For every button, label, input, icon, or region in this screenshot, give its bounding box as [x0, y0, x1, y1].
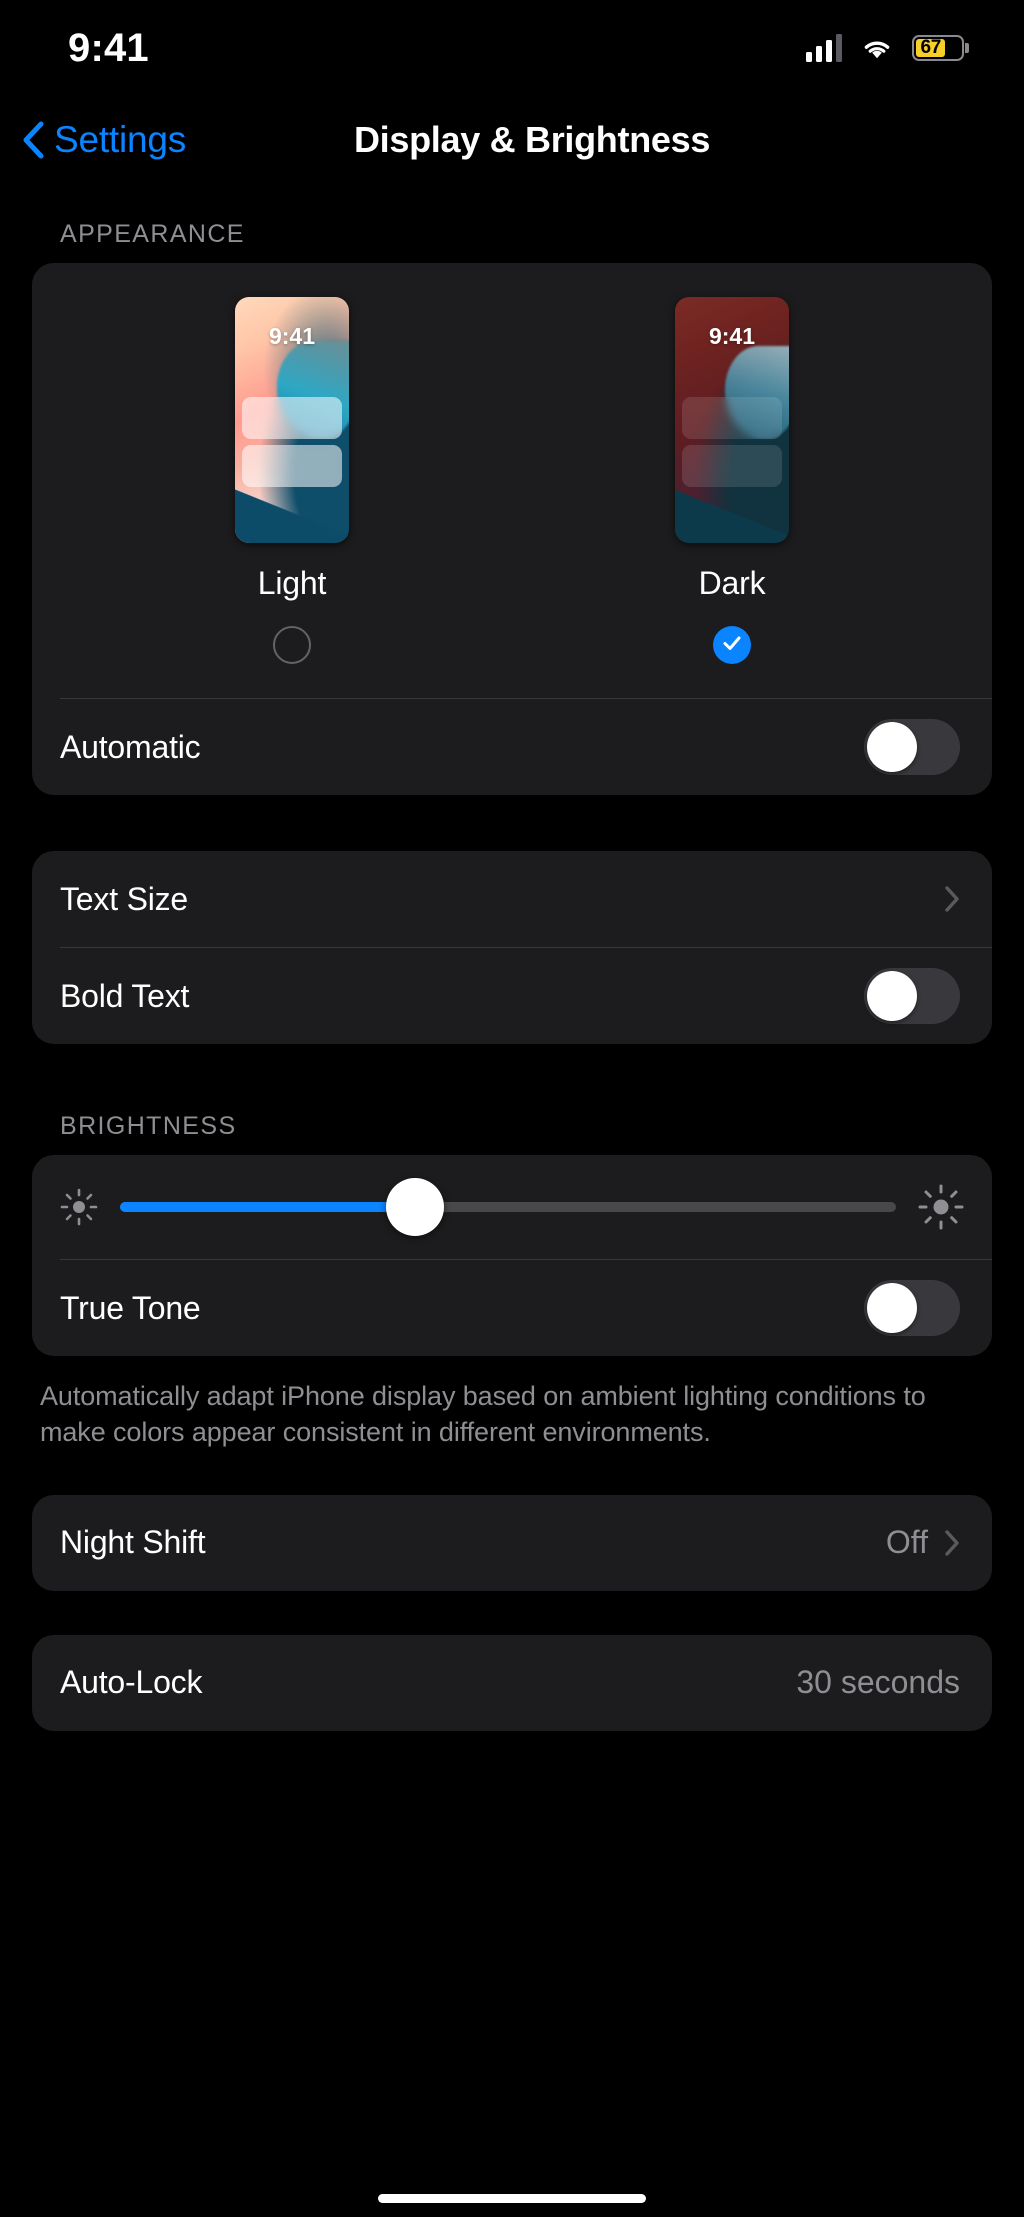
appearance-option-dark[interactable]: 9:41 Dark	[622, 297, 842, 664]
chevron-right-icon	[944, 885, 960, 913]
brightness-slider[interactable]	[120, 1178, 896, 1236]
dark-preview-time: 9:41	[708, 323, 756, 349]
automatic-label: Automatic	[60, 728, 201, 765]
text-size-row[interactable]: Text Size	[32, 851, 992, 947]
battery-percent-label: 67	[920, 37, 941, 58]
auto-lock-value: 30 seconds	[796, 1664, 960, 1701]
dark-preview-notification-cards	[682, 397, 782, 493]
text-settings-card: Text Size Bold Text	[32, 851, 992, 1044]
dark-mode-preview-thumbnail[interactable]: 9:41	[675, 297, 789, 543]
appearance-options: 9:41 Light 9:41 Dark	[32, 263, 992, 664]
brightness-card: True Tone	[32, 1155, 992, 1356]
chevron-right-icon	[944, 1529, 960, 1557]
status-bar-indicators: 67	[806, 34, 964, 62]
battery-icon: 67	[912, 35, 964, 61]
night-shift-card: Night Shift Off	[32, 1494, 992, 1591]
sun-high-icon	[918, 1184, 964, 1230]
appearance-section-header: APPEARANCE	[60, 220, 245, 248]
automatic-toggle[interactable]	[864, 719, 960, 775]
auto-lock-card: Auto-Lock 30 seconds	[32, 1634, 992, 1731]
brightness-slider-knob[interactable]	[385, 1178, 444, 1236]
status-bar: 9:41 67	[0, 0, 1024, 96]
appearance-option-light[interactable]: 9:41 Light	[182, 297, 402, 664]
night-shift-value: Off	[885, 1524, 928, 1561]
light-mode-radio[interactable]	[273, 626, 311, 664]
night-shift-row[interactable]: Night Shift Off	[32, 1495, 992, 1591]
light-mode-label: Light	[257, 565, 327, 601]
cellular-bars-icon	[806, 34, 842, 62]
bold-text-row[interactable]: Bold Text	[32, 948, 992, 1044]
brightness-slider-row	[32, 1155, 992, 1259]
back-button-label: Settings	[54, 119, 187, 160]
chevron-left-icon	[20, 121, 46, 159]
sun-low-icon	[60, 1188, 98, 1226]
light-mode-preview-thumbnail[interactable]: 9:41	[235, 297, 349, 543]
settings-content: APPEARANCE 9:41 Light 9:41 Dark Automati…	[0, 196, 1024, 1731]
appearance-card: 9:41 Light 9:41 Dark Automatic	[32, 263, 992, 795]
true-tone-label: True Tone	[60, 1289, 201, 1326]
status-bar-time: 9:41	[68, 25, 149, 70]
auto-lock-label: Auto-Lock	[60, 1664, 203, 1701]
dark-mode-label: Dark	[698, 565, 766, 601]
true-tone-toggle[interactable]	[864, 1280, 960, 1336]
back-button[interactable]: Settings	[20, 119, 186, 161]
bold-text-toggle[interactable]	[864, 968, 960, 1024]
automatic-row[interactable]: Automatic	[32, 699, 992, 795]
true-tone-row[interactable]: True Tone	[32, 1260, 992, 1356]
night-shift-label: Night Shift	[60, 1524, 206, 1561]
brightness-section-header: BRIGHTNESS	[60, 1112, 237, 1140]
auto-lock-row[interactable]: Auto-Lock 30 seconds	[32, 1635, 992, 1731]
light-preview-time: 9:41	[268, 323, 316, 349]
wifi-icon	[860, 35, 894, 61]
light-preview-notification-cards	[242, 397, 342, 493]
dark-mode-radio-selected[interactable]	[713, 626, 751, 664]
navigation-bar: Settings Display & Brightness	[0, 100, 1024, 180]
home-indicator[interactable]	[378, 2194, 646, 2203]
text-size-label: Text Size	[60, 880, 189, 917]
true-tone-footer-text: Automatically adapt iPhone display based…	[40, 1381, 926, 1448]
checkmark-icon	[721, 632, 743, 659]
bold-text-label: Bold Text	[60, 977, 190, 1014]
